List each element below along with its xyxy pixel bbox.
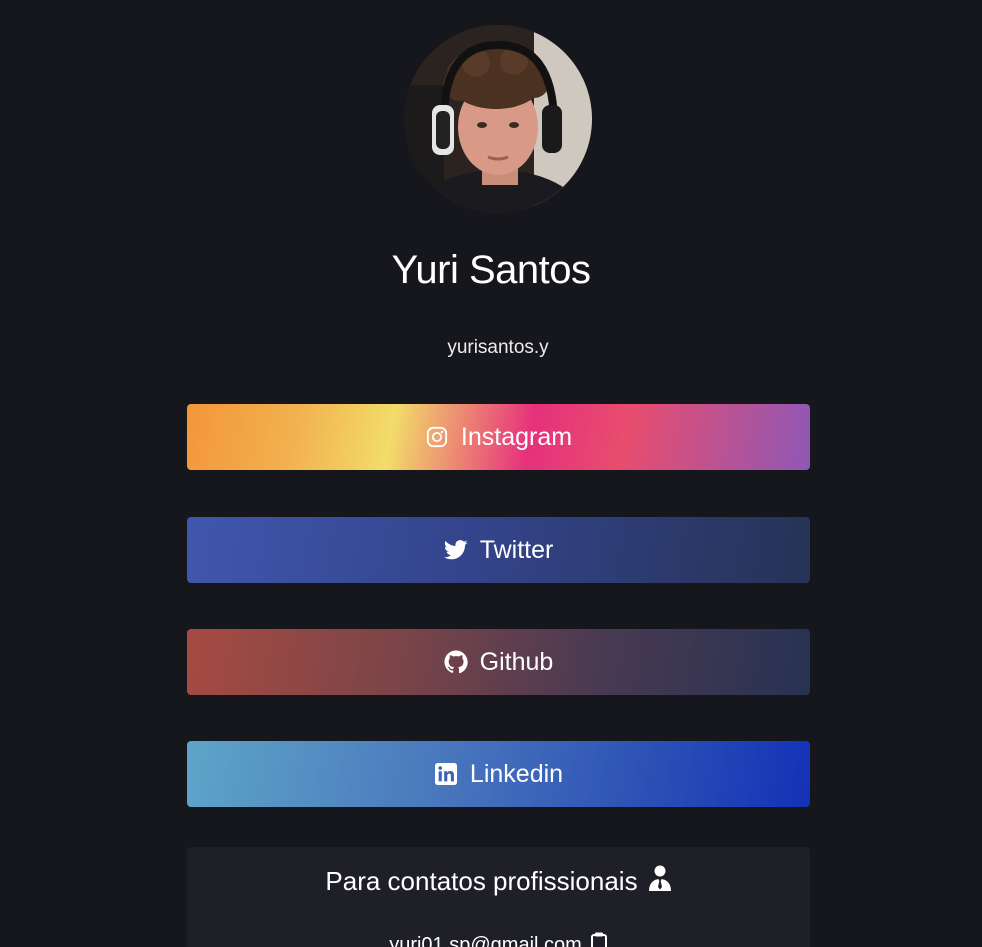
contact-email[interactable]: yuri01.sp@gmail.com: [389, 934, 582, 947]
github-button[interactable]: Github: [187, 629, 810, 695]
github-label: Github: [479, 647, 554, 676]
avatar: [404, 25, 592, 213]
profile-photo: [404, 25, 592, 213]
twitter-label: Twitter: [479, 535, 554, 564]
copy-icon[interactable]: [590, 932, 608, 947]
instagram-icon: [425, 425, 449, 449]
linkedin-button[interactable]: Linkedin: [187, 741, 810, 807]
contact-email-row: yuri01.sp@gmail.com: [187, 932, 810, 947]
twitter-icon: [443, 538, 468, 562]
contact-title: Para contatos profissionais: [187, 865, 810, 898]
profile-handle: yurisantos.y: [447, 337, 549, 358]
linkedin-label: Linkedin: [469, 759, 564, 788]
instagram-button[interactable]: Instagram: [187, 404, 810, 470]
profile-name: Yuri Santos: [391, 248, 591, 292]
contact-title-text: Para contatos profissionais: [325, 866, 638, 896]
linkedin-icon: [434, 762, 458, 786]
instagram-label: Instagram: [460, 422, 573, 451]
twitter-button[interactable]: Twitter: [187, 517, 810, 583]
person-tie-icon: [648, 865, 672, 898]
page: Yuri Santos yurisantos.y Instagram Twitt…: [0, 0, 982, 947]
contact-box: Para contatos profissionais yuri01.sp@gm…: [187, 847, 810, 947]
github-icon: [444, 650, 468, 674]
